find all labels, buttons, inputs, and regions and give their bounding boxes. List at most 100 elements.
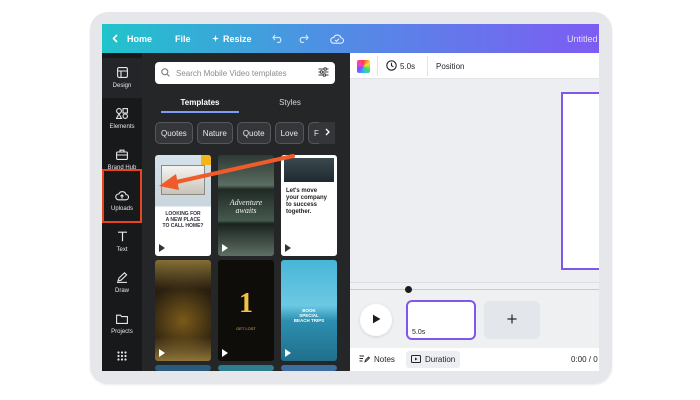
duration-tab-button[interactable]: Duration <box>406 351 461 368</box>
template-thumb-number-one[interactable]: 1 GET LOST <box>218 260 274 361</box>
tab-styles-label: Styles <box>279 97 301 107</box>
rail-item-design[interactable]: Design <box>102 58 142 98</box>
divider <box>377 56 378 76</box>
search-input[interactable]: Search Mobile Video templates <box>176 69 318 78</box>
template-thumb-partial[interactable] <box>218 365 274 371</box>
film-icon <box>411 354 421 365</box>
redo-icon <box>297 34 309 43</box>
file-menu-button[interactable]: File <box>175 24 191 53</box>
chip-love[interactable]: Love <box>274 122 304 144</box>
playhead[interactable] <box>405 286 412 293</box>
chip-label: Quotes <box>161 128 187 138</box>
template-search-field[interactable]: Search Mobile Video templates <box>155 62 335 84</box>
rail-item-elements[interactable]: Elements <box>102 99 142 139</box>
position-button[interactable]: Position <box>436 53 464 79</box>
pen-icon <box>116 272 128 288</box>
thumb-text-line: BEACH TRIPS <box>293 318 325 323</box>
notes-button[interactable]: Notes <box>359 348 395 371</box>
bottom-bar: Notes Duration 0:00 / 0 <box>350 348 599 371</box>
play-icon <box>285 349 291 357</box>
redo-button[interactable] <box>297 24 309 53</box>
folder-icon <box>116 314 128 329</box>
undo-button[interactable] <box>272 24 284 53</box>
time-readout: 0:00 / 0 <box>571 348 598 371</box>
left-rail: Design Elements Brand Hub Uploads Text D… <box>102 53 142 371</box>
divider <box>427 56 428 76</box>
thumb-text-line: your company <box>286 195 328 201</box>
design-page[interactable] <box>561 92 599 270</box>
top-bar: Home File Resize Untitled <box>102 24 599 53</box>
text-icon <box>117 231 128 247</box>
tab-styles[interactable]: Styles <box>245 91 335 113</box>
timeline: 5.0s <box>350 282 599 348</box>
position-label: Position <box>436 61 465 71</box>
chip-label: Love <box>280 128 298 138</box>
play-icon <box>159 349 165 357</box>
play-button[interactable] <box>360 304 392 336</box>
chip-quote[interactable]: Quote <box>236 122 271 144</box>
undo-icon <box>272 34 284 43</box>
design-title[interactable]: Untitled <box>567 24 598 53</box>
home-label: Home <box>127 33 153 44</box>
template-thumb-partial[interactable] <box>281 365 337 371</box>
filter-sliders-icon[interactable] <box>318 67 329 79</box>
chip-nature[interactable]: Nature <box>196 122 233 144</box>
resize-button[interactable]: Resize <box>212 24 252 53</box>
color-picker-icon[interactable] <box>357 60 370 73</box>
cloud-check-icon <box>330 34 344 44</box>
thumb-text-line: GET LOST <box>236 326 256 331</box>
rail-item-uploads[interactable]: Uploads <box>102 181 142 221</box>
thumb-text-line: to success <box>286 202 318 208</box>
chevron-left-icon <box>112 34 118 43</box>
play-icon <box>222 244 228 252</box>
tab-templates-label: Templates <box>180 97 220 107</box>
rail-label-draw: Draw <box>114 288 129 294</box>
category-chips: Quotes Nature Quote Love Foo <box>155 122 335 146</box>
thumb-text-line: together. <box>286 209 312 215</box>
rail-label-design: Design <box>112 83 132 89</box>
cloud-save-status[interactable] <box>330 24 344 53</box>
resize-label: Resize <box>223 33 252 44</box>
sparkle-icon <box>212 35 219 42</box>
shapes-icon <box>115 108 128 124</box>
play-icon <box>285 244 291 252</box>
rail-item-brand-hub[interactable]: Brand Hub <box>102 140 142 180</box>
rail-item-apps[interactable] <box>102 345 142 371</box>
home-button[interactable]: Home <box>112 24 152 53</box>
template-thumb-partial[interactable] <box>155 365 211 371</box>
rail-item-draw[interactable]: Draw <box>102 263 142 303</box>
time-readout-text: 0:00 / 0 <box>571 355 598 364</box>
templates-panel: Search Mobile Video templates Templates … <box>142 53 350 371</box>
rail-item-projects[interactable]: Projects <box>102 304 142 344</box>
chips-next-button[interactable] <box>319 122 335 144</box>
chip-label: Nature <box>202 128 227 138</box>
chip-label: Quote <box>242 128 265 138</box>
rail-item-text[interactable]: Text <box>102 222 142 262</box>
rail-label-uploads: Uploads <box>110 206 133 212</box>
template-thumb-beach[interactable]: BOOK SPECIAL BEACH TRIPS <box>281 260 337 361</box>
layout-icon <box>116 67 128 83</box>
editor-toolbar: 5.0s Position <box>350 53 599 79</box>
notes-pencil-icon <box>359 354 371 365</box>
duration-button[interactable]: 5.0s <box>386 53 415 79</box>
template-thumb-gold-confetti[interactable] <box>155 260 211 361</box>
add-page-button[interactable] <box>484 301 540 339</box>
timeline-clip[interactable]: 5.0s <box>406 300 476 340</box>
canvas-area <box>350 79 599 282</box>
search-icon <box>161 67 170 79</box>
thumb-text-line: 1 <box>239 288 253 319</box>
chevron-right-icon <box>325 128 330 139</box>
clip-duration: 5.0s <box>412 329 426 336</box>
play-icon <box>159 244 165 252</box>
duration-tab-label: Duration <box>425 355 456 364</box>
panel-tabs: Templates Styles <box>155 91 335 113</box>
tab-templates[interactable]: Templates <box>155 91 245 113</box>
clock-icon <box>386 59 397 73</box>
chip-quotes[interactable]: Quotes <box>155 122 193 144</box>
cloud-upload-icon <box>115 190 130 206</box>
file-label: File <box>175 33 191 44</box>
rail-label-elements: Elements <box>109 124 135 130</box>
app-screen: Home File Resize Untitled Design Element… <box>102 24 599 371</box>
rail-label-text: Text <box>116 247 128 253</box>
duration-value: 5.0s <box>400 61 416 71</box>
